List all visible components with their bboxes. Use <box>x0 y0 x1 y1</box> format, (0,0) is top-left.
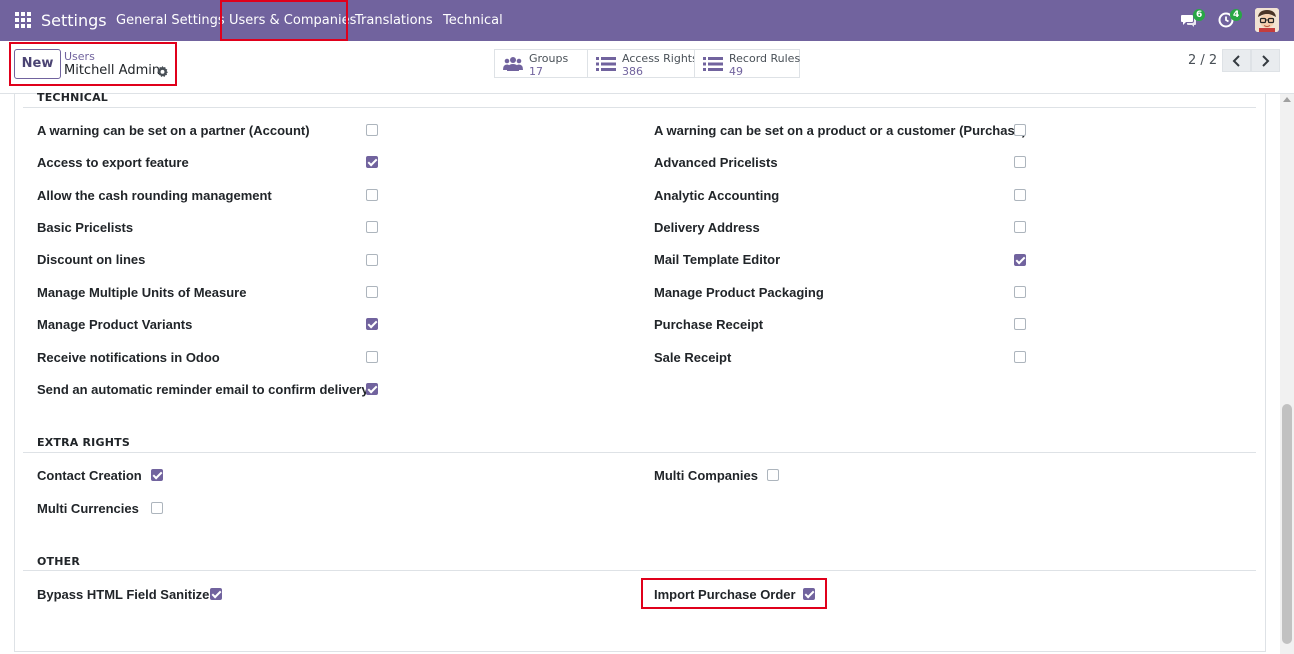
field-label: A warning can be set on a partner (Accou… <box>37 123 310 138</box>
checkbox-multi-companies[interactable] <box>767 469 779 481</box>
checkbox-basic-pricelists[interactable] <box>366 221 378 233</box>
highlight-box <box>9 42 177 86</box>
form-sheet <box>14 94 1266 652</box>
access-rights-label: Access Rights <box>622 52 698 65</box>
field-label: Mail Template Editor <box>654 252 781 267</box>
scroll-up-arrow-icon[interactable] <box>1283 97 1291 102</box>
pager-previous-button[interactable] <box>1222 49 1251 72</box>
checkbox-analytic-accounting[interactable] <box>1014 189 1026 201</box>
access-rights-count: 386 <box>622 65 643 78</box>
field-label: Discount on lines <box>37 252 146 267</box>
section-title-extra-rights: EXTRA RIGHTS <box>37 436 130 449</box>
checkbox-partner-warning[interactable] <box>366 124 378 136</box>
control-panel: New Users Mitchell Admin Groups 17 Acces… <box>0 41 1294 94</box>
highlight-box <box>641 578 827 609</box>
section-title-technical: TECHNICAL <box>37 91 108 104</box>
list-icon <box>596 56 616 72</box>
field-label: Multi Companies <box>654 468 759 483</box>
activity-badge: 4 <box>1230 9 1243 21</box>
highlight-box <box>220 0 348 41</box>
field-label: Multi Currencies <box>37 501 139 516</box>
section-divider <box>23 570 1256 571</box>
pager-value[interactable]: 2 / 2 <box>1188 53 1217 68</box>
checkbox-product-packaging[interactable] <box>1014 286 1026 298</box>
field-label: Contact Creation <box>37 468 142 483</box>
scrollbar-thumb[interactable] <box>1282 404 1292 644</box>
checkbox-bypass-html-sanitize[interactable] <box>210 588 222 600</box>
checkbox-multiple-uom[interactable] <box>366 286 378 298</box>
checkbox-mail-template-editor[interactable] <box>1014 254 1026 266</box>
checkbox-sale-receipt[interactable] <box>1014 351 1026 363</box>
groups-count: 17 <box>529 65 543 78</box>
menu-technical[interactable]: Technical <box>443 13 503 28</box>
chat-badge: 6 <box>1193 9 1206 21</box>
checkbox-delivery-reminder[interactable] <box>366 383 378 395</box>
access-rights-smart-button[interactable]: Access Rights 386 <box>587 49 698 78</box>
field-label: Analytic Accounting <box>654 188 780 203</box>
checkbox-delivery-address[interactable] <box>1014 221 1026 233</box>
field-label: Manage Product Variants <box>37 317 193 332</box>
list-icon <box>703 56 723 72</box>
top-navbar: Settings General Settings Users & Compan… <box>0 0 1294 41</box>
field-label: Delivery Address <box>654 220 760 235</box>
field-label: Send an automatic reminder email to conf… <box>37 382 369 397</box>
field-label: Manage Multiple Units of Measure <box>37 285 247 300</box>
groups-label: Groups <box>529 52 569 65</box>
record-rules-smart-button[interactable]: Record Rules 49 <box>694 49 800 78</box>
chevron-right-icon <box>1262 55 1270 67</box>
field-label: Access to export feature <box>37 155 189 170</box>
app-name[interactable]: Settings <box>41 11 107 30</box>
field-label: Bypass HTML Field Sanitize <box>37 587 210 602</box>
field-label: Allow the cash rounding management <box>37 188 272 203</box>
section-title-other: OTHER <box>37 555 81 568</box>
checkbox-product-variants[interactable] <box>366 318 378 330</box>
chevron-left-icon <box>1232 55 1240 67</box>
checkbox-purchase-receipt[interactable] <box>1014 318 1026 330</box>
section-divider <box>23 452 1256 453</box>
section-divider <box>23 107 1256 108</box>
apps-menu-icon[interactable] <box>15 12 31 28</box>
pager-next-button[interactable] <box>1251 49 1280 72</box>
menu-translations[interactable]: Translations <box>355 13 433 28</box>
checkbox-advanced-pricelists[interactable] <box>1014 156 1026 168</box>
field-label: Advanced Pricelists <box>654 155 778 170</box>
checkbox-product-warning[interactable] <box>1014 124 1026 136</box>
checkbox-contact-creation[interactable] <box>151 469 163 481</box>
checkbox-multi-currencies[interactable] <box>151 502 163 514</box>
field-label: Sale Receipt <box>654 350 732 365</box>
vertical-scrollbar[interactable] <box>1280 94 1294 654</box>
field-label: Basic Pricelists <box>37 220 134 235</box>
record-rules-label: Record Rules <box>729 52 801 65</box>
field-label: A warning can be set on a product or a c… <box>654 123 1027 138</box>
checkbox-discount-lines[interactable] <box>366 254 378 266</box>
checkbox-export-feature[interactable] <box>366 156 378 168</box>
record-rules-count: 49 <box>729 65 743 78</box>
groups-smart-button[interactable]: Groups 17 <box>494 49 588 78</box>
users-icon <box>503 56 523 72</box>
menu-general-settings[interactable]: General Settings <box>116 13 225 28</box>
form-content: TECHNICAL A warning can be set on a part… <box>0 91 1294 654</box>
checkbox-notifications-odoo[interactable] <box>366 351 378 363</box>
field-label: Manage Product Packaging <box>654 285 824 300</box>
field-label: Receive notifications in Odoo <box>37 350 220 365</box>
user-avatar[interactable] <box>1255 8 1279 32</box>
checkbox-cash-rounding[interactable] <box>366 189 378 201</box>
field-label: Purchase Receipt <box>654 317 764 332</box>
